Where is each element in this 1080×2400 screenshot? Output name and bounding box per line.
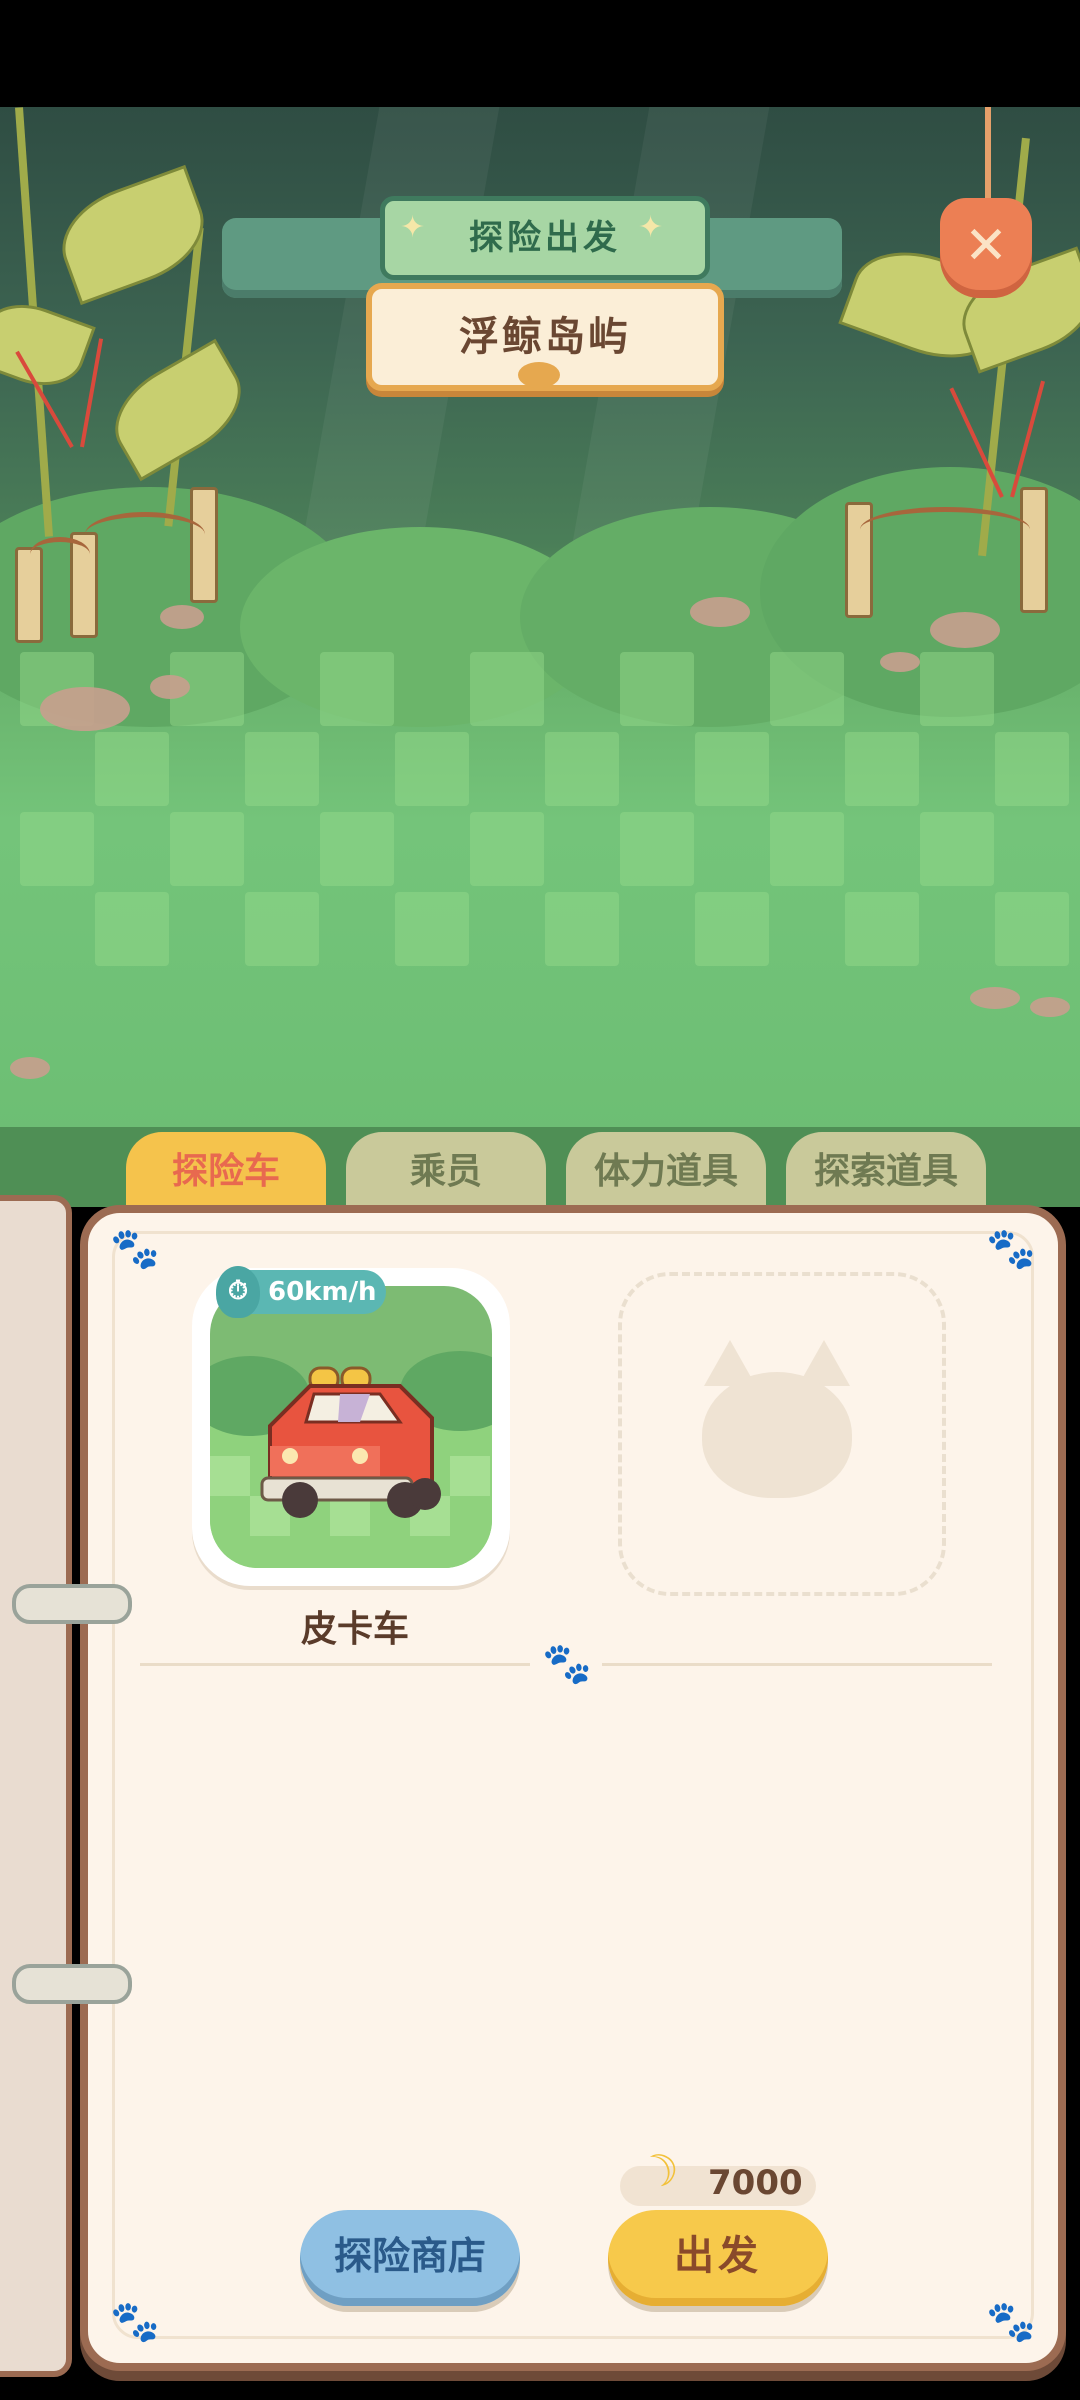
- ground-tile: [95, 732, 169, 806]
- fence-rope: [30, 537, 90, 572]
- sparkle-icon: ✦: [400, 210, 426, 245]
- divider: [140, 1663, 530, 1666]
- tab-stamina-items[interactable]: 体力道具: [566, 1132, 766, 1212]
- ground-tile: [695, 732, 769, 806]
- ground-tile: [245, 892, 319, 966]
- cat-placeholder-icon: [702, 1372, 852, 1498]
- fence-rope: [85, 512, 205, 557]
- fence-post: [1020, 487, 1048, 613]
- fence-rope: [860, 507, 1030, 552]
- stopwatch-icon: ⏱: [216, 1266, 260, 1318]
- sparkle-icon: ✦: [638, 210, 664, 245]
- stone: [10, 1057, 50, 1079]
- binder-ring: [12, 1584, 132, 1624]
- ground-tile: [770, 812, 844, 886]
- ground-tile: [470, 652, 544, 726]
- binder-ring: [12, 1964, 132, 2004]
- paw-icon: 🐾: [110, 1226, 160, 1272]
- ground-tile: [395, 732, 469, 806]
- game-screen: 探险出发 ✦ ✦ 浮鲸岛屿 ✕ 探险车 乘员 体力道具 探索道具 🐾 🐾 🐾 🐾: [0, 0, 1080, 2400]
- ground-tile: [170, 812, 244, 886]
- ground-tile: [395, 892, 469, 966]
- stone: [930, 612, 1000, 648]
- status-bar: [0, 0, 1080, 107]
- tag-string: [985, 107, 991, 207]
- ground-tile: [770, 652, 844, 726]
- ground-tile: [695, 892, 769, 966]
- book-left-page: [0, 1195, 72, 2377]
- ground-tile: [320, 812, 394, 886]
- ground-tile: [545, 892, 619, 966]
- stone: [40, 687, 130, 731]
- plaque-ornament: [518, 362, 560, 388]
- paw-icon: 🐾: [110, 2299, 160, 2345]
- close-icon: ✕: [964, 216, 1008, 276]
- paw-icon: 🐾: [542, 1641, 592, 1687]
- stone: [970, 987, 1020, 1009]
- stone: [150, 675, 190, 699]
- adventure-shop-button[interactable]: 探险商店: [300, 2210, 520, 2306]
- ground-tile: [620, 812, 694, 886]
- tab-crew[interactable]: 乘员: [346, 1132, 546, 1212]
- ground-tile: [845, 732, 919, 806]
- vehicle-image: [210, 1286, 492, 1568]
- divider: [602, 1663, 992, 1666]
- ground-tile: [20, 812, 94, 886]
- stone: [1030, 997, 1070, 1017]
- ground-tile: [995, 732, 1069, 806]
- ground-tile: [245, 732, 319, 806]
- paw-icon: 🐾: [986, 1226, 1036, 1272]
- close-button[interactable]: ✕: [940, 198, 1032, 298]
- ground-tile: [545, 732, 619, 806]
- stone: [160, 605, 204, 629]
- ground-tile: [320, 652, 394, 726]
- stone: [880, 652, 920, 672]
- ground-tile: [470, 812, 544, 886]
- tab-explore-items[interactable]: 探索道具: [786, 1132, 986, 1212]
- tab-vehicle[interactable]: 探险车: [126, 1132, 326, 1212]
- stone: [690, 597, 750, 627]
- speed-value: 60km/h: [268, 1277, 377, 1307]
- speed-badge: ⏱ 60km/h: [216, 1266, 386, 1318]
- vehicle-name: 皮卡车: [300, 1609, 409, 1650]
- pickup-truck-icon: [210, 1351, 492, 1568]
- paw-icon: 🐾: [986, 2299, 1036, 2345]
- ground-tile: [620, 652, 694, 726]
- depart-button[interactable]: 出发: [608, 2210, 828, 2306]
- ground-tile: [95, 892, 169, 966]
- ground-tile: [845, 892, 919, 966]
- ground-tile: [920, 812, 994, 886]
- cost-amount: 7000: [708, 2163, 803, 2203]
- ground-tile: [995, 892, 1069, 966]
- ground-tile: [920, 652, 994, 726]
- leaf: [0, 291, 96, 399]
